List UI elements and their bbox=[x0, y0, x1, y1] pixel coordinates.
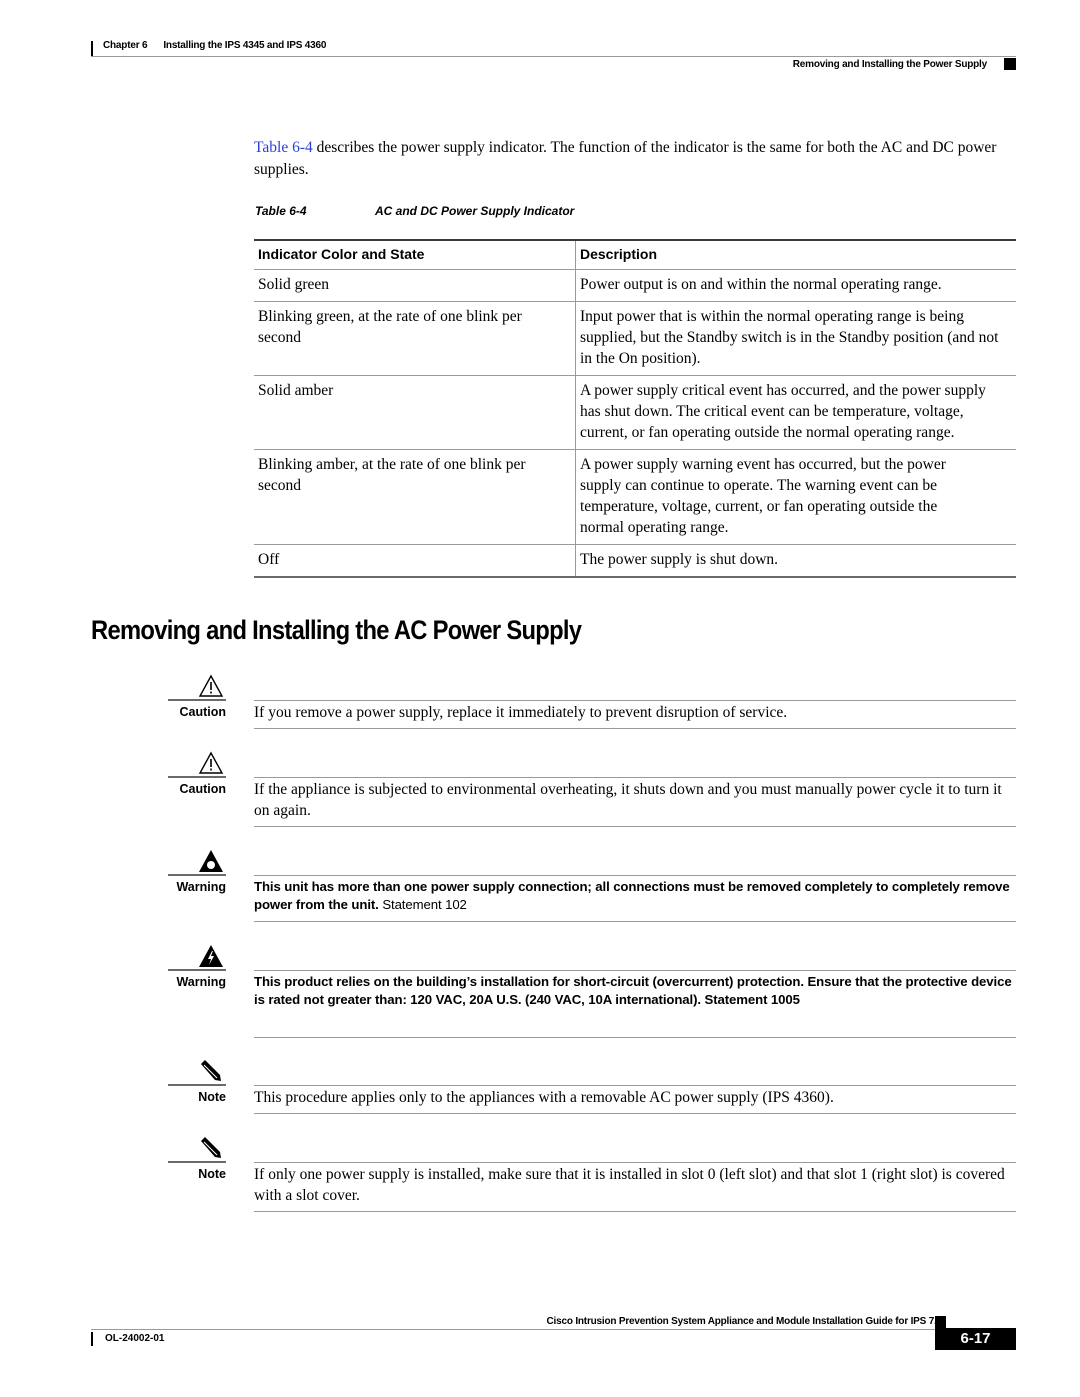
icon-rule bbox=[168, 776, 226, 778]
admonition-text: If only one power supply is installed, m… bbox=[254, 1166, 1005, 1204]
icon-rule bbox=[168, 874, 226, 876]
description-cell: A power supply critical event has occurr… bbox=[580, 382, 986, 441]
table-caption: Table 6-4 AC and DC Power Supply Indicat… bbox=[255, 204, 574, 218]
table-row: Solid green Power output is on and withi… bbox=[254, 269, 1016, 302]
indicator-cell: Off bbox=[254, 544, 576, 577]
indicator-cell: Blinking amber, at the rate of one blink… bbox=[254, 449, 576, 545]
admonition-bottom-rule bbox=[254, 1037, 1016, 1038]
admonition-top-rule bbox=[254, 777, 1016, 778]
header-chapter: Chapter 6 Installing the IPS 4345 and IPS… bbox=[103, 40, 326, 51]
statement-reference: Statement 102 bbox=[378, 897, 467, 912]
admonition-label: Note bbox=[198, 1167, 226, 1181]
icon-rule bbox=[168, 1161, 226, 1163]
admonition-text: If the appliance is subjected to environ… bbox=[254, 781, 1002, 819]
page-number: 6-17 bbox=[935, 1328, 1016, 1350]
admonition-text: If you remove a power supply, replace it… bbox=[254, 704, 788, 721]
section-heading: Removing and Installing the AC Power Sup… bbox=[91, 615, 582, 645]
admonition-text: This procedure applies only to the appli… bbox=[254, 1089, 834, 1106]
icon-rule bbox=[168, 969, 226, 971]
icon-rule bbox=[168, 1084, 226, 1086]
admonition-top-rule bbox=[254, 700, 1016, 701]
table-number: Table 6-4 bbox=[255, 204, 307, 218]
indicator-cell: Solid amber bbox=[254, 375, 576, 450]
description-cell: Power output is on and within the normal… bbox=[580, 276, 942, 293]
table-header-row: Indicator Color and State Description bbox=[254, 240, 1016, 270]
admonition-label: Warning bbox=[176, 975, 226, 989]
table-reference-link[interactable]: Table 6-4 bbox=[254, 139, 313, 156]
admonition-bottom-rule bbox=[254, 921, 1016, 922]
table-row: Solid amber A power supply critical even… bbox=[254, 375, 1016, 450]
indicator-cell: Blinking green, at the rate of one blink… bbox=[254, 301, 576, 376]
header-block-marker bbox=[1004, 58, 1016, 70]
header-section-title: Removing and Installing the Power Supply bbox=[792, 59, 987, 70]
admonition-bottom-rule bbox=[254, 1211, 1016, 1212]
indicator-cell: Solid green bbox=[254, 269, 576, 302]
description-cell: Input power that is within the normal op… bbox=[580, 308, 999, 367]
intro-text: describes the power supply indicator. Th… bbox=[254, 139, 997, 178]
admonition-label: Warning bbox=[176, 880, 226, 894]
table-row: Blinking green, at the rate of one blink… bbox=[254, 301, 1016, 376]
caution-triangle-icon bbox=[180, 749, 228, 777]
description-cell: A power supply warning event has occurre… bbox=[580, 456, 946, 536]
icon-rule bbox=[168, 699, 226, 701]
admonition-top-rule bbox=[254, 970, 1016, 971]
header-rule bbox=[91, 56, 1016, 57]
footer-guide-title: Cisco Intrusion Prevention System Applia… bbox=[546, 1316, 943, 1327]
table-row: Blinking amber, at the rate of one blink… bbox=[254, 449, 1016, 545]
admonition-label: Note bbox=[198, 1090, 226, 1104]
admonition-top-rule bbox=[254, 1162, 1016, 1163]
warning-text: This unit has more than one power supply… bbox=[254, 879, 1010, 912]
chapter-number: Chapter 6 bbox=[103, 40, 148, 51]
header-bar bbox=[91, 41, 93, 56]
admonition-text: This product relies on the building’s in… bbox=[254, 974, 1012, 1007]
description-cell: The power supply is shut down. bbox=[580, 551, 779, 568]
footer-doc-number: OL-24002-01 bbox=[105, 1333, 165, 1344]
caution-triangle-icon bbox=[180, 672, 228, 700]
chapter-title: Installing the IPS 4345 and IPS 4360 bbox=[163, 40, 327, 51]
indicator-table: Indicator Color and State Description So… bbox=[254, 239, 1016, 578]
admonition-bottom-rule bbox=[254, 826, 1016, 827]
admonition-bottom-rule bbox=[254, 1113, 1016, 1114]
column-header-indicator: Indicator Color and State bbox=[254, 240, 576, 270]
column-header-description: Description bbox=[580, 246, 658, 262]
admonition-label: Caution bbox=[179, 782, 226, 796]
table-row: Off The power supply is shut down. bbox=[254, 544, 1016, 577]
warning-triangle-icon bbox=[180, 847, 228, 875]
pencil-note-icon bbox=[180, 1057, 228, 1085]
admonition-text: This unit has more than one power supply… bbox=[254, 878, 1016, 914]
table-title: AC and DC Power Supply Indicator bbox=[375, 204, 575, 218]
pencil-note-icon bbox=[180, 1134, 228, 1162]
admonition-top-rule bbox=[254, 875, 1016, 876]
footer-rule bbox=[91, 1329, 935, 1330]
intro-paragraph: Table 6-4 describes the power supply ind… bbox=[254, 137, 1019, 181]
admonition-bottom-rule bbox=[254, 728, 1016, 729]
admonition-label: Caution bbox=[179, 705, 226, 719]
footer-bar bbox=[91, 1332, 93, 1346]
electrical-hazard-icon bbox=[180, 942, 228, 970]
admonition-top-rule bbox=[254, 1085, 1016, 1086]
footer-block-marker bbox=[935, 1316, 946, 1328]
